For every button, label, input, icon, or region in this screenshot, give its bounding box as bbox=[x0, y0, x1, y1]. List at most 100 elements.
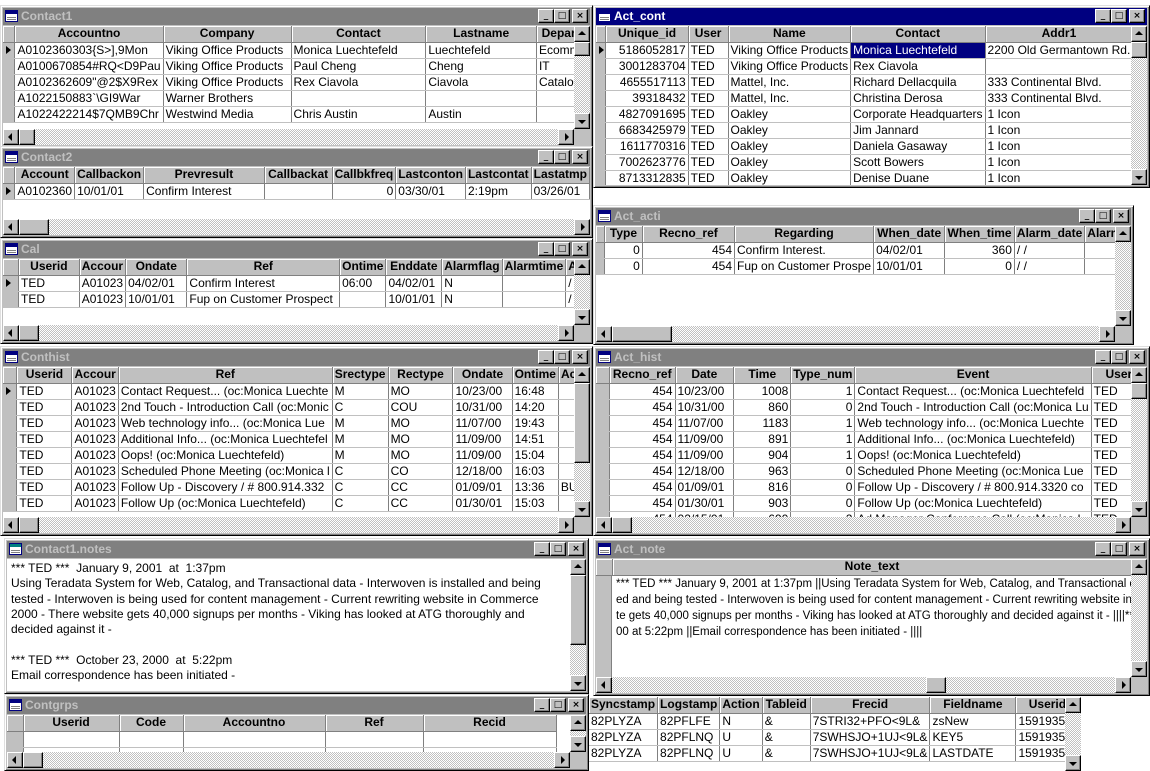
table-cell[interactable]: Mattel, Inc. bbox=[728, 90, 852, 107]
table-cell[interactable]: 11/09/00 bbox=[675, 431, 735, 448]
record-selector[interactable] bbox=[3, 463, 18, 480]
scroll-thumb[interactable] bbox=[19, 325, 39, 341]
vertical-scrollbar[interactable] bbox=[574, 26, 590, 129]
table-row[interactable]: 6683425979 TED Oakley Jim Jannard 1 Icon bbox=[596, 122, 1147, 139]
table-cell[interactable]: 333 Continental Blvd. bbox=[985, 90, 1134, 107]
minimize-button[interactable]: _ bbox=[538, 150, 554, 164]
table-cell[interactable]: 0 bbox=[790, 463, 856, 480]
table-cell[interactable]: A01023 bbox=[79, 291, 127, 308]
close-button[interactable]: × bbox=[568, 698, 584, 712]
table-row[interactable]: A0102360303{S>],9Mon Viking Office Produc… bbox=[3, 42, 590, 59]
column-header[interactable]: Recno_ref bbox=[642, 226, 736, 243]
table-cell[interactable]: 10/01/01 bbox=[125, 291, 188, 308]
table-cell[interactable]: 03/26/01 bbox=[531, 183, 590, 200]
table-cell[interactable]: 03/30/01 bbox=[395, 183, 466, 200]
table-row[interactable]: 82PLYZA 82PFLFE N & 7STRI32+PFO<9L& zsNew 1591… bbox=[589, 713, 1080, 730]
record-selector[interactable] bbox=[596, 138, 607, 155]
conthist-grid[interactable]: Userid Accour Ref Srectype Rectype Ondat… bbox=[3, 367, 590, 533]
close-button[interactable]: × bbox=[1129, 350, 1145, 364]
contact2-window[interactable]: Contact2 _ □ × Account Callbackon Prevresu… bbox=[0, 146, 593, 238]
table-cell[interactable]: Daniela Gasaway bbox=[850, 138, 986, 155]
conthist-titlebar[interactable]: Conthist _ □ × bbox=[3, 349, 590, 366]
column-header[interactable]: Ondate bbox=[452, 367, 513, 384]
scroll-right-button[interactable] bbox=[1099, 326, 1115, 342]
record-selector[interactable] bbox=[3, 90, 16, 107]
contact1-notes-titlebar[interactable]: Contact1.notes _ □ × bbox=[7, 541, 586, 558]
table-cell[interactable]: Cheng bbox=[425, 58, 537, 75]
horizontal-scrollbar[interactable] bbox=[596, 326, 1115, 342]
table-row[interactable]: TED A01023 Web technology info... (oc:Moni… bbox=[3, 415, 590, 432]
table-cell[interactable]: Confirm Interest bbox=[186, 275, 341, 292]
table-cell[interactable]: A01023 bbox=[71, 447, 119, 464]
table-cell[interactable]: M bbox=[332, 383, 389, 400]
table-cell[interactable]: TED bbox=[688, 138, 729, 155]
record-selector[interactable] bbox=[596, 415, 610, 432]
column-header[interactable]: User bbox=[688, 26, 729, 43]
table-cell[interactable]: Fup on Customer Prospe bbox=[734, 258, 875, 275]
column-header[interactable]: Accountno bbox=[14, 26, 164, 43]
table-cell[interactable]: 10/01/01 bbox=[873, 258, 946, 275]
table-cell[interactable]: 860 bbox=[733, 399, 792, 416]
column-header[interactable]: Prevresult bbox=[143, 167, 265, 184]
table-row[interactable]: 3001283704 TED Viking Office Products Rex C… bbox=[596, 58, 1147, 75]
table-row[interactable]: A0102360 10/01/01 Confirm Interest 0 03/30/0… bbox=[3, 183, 590, 200]
record-selector[interactable] bbox=[3, 495, 18, 512]
table-cell[interactable]: A0102360303{S>],9Mon bbox=[14, 42, 164, 59]
table-cell[interactable]: 1 bbox=[790, 447, 856, 464]
table-row[interactable]: TED A01023 Contact Request... (oc:Monica L… bbox=[3, 383, 590, 400]
table-row[interactable]: A0100670854#RQ<D9Pau Viking Office Produc… bbox=[3, 58, 590, 75]
table-row[interactable]: 454 01/30/01 903 0 Follow Up (oc:Monica Luec… bbox=[596, 495, 1147, 512]
scroll-up-button[interactable] bbox=[1065, 697, 1081, 713]
maximize-button[interactable]: □ bbox=[550, 542, 566, 556]
scroll-left-button[interactable] bbox=[596, 677, 612, 693]
table-cell[interactable]: Jim Jannard bbox=[850, 122, 986, 139]
column-header[interactable]: Ref bbox=[186, 259, 341, 276]
table-row[interactable]: 5186052817 TED Viking Office Products Monic… bbox=[596, 42, 1147, 59]
contgrps-grid[interactable]: Userid Code Accountno Ref Recid bbox=[7, 715, 586, 768]
record-selector[interactable] bbox=[596, 90, 607, 107]
table-cell[interactable]: 11/09/00 bbox=[452, 447, 513, 464]
table-cell[interactable]: 454 bbox=[609, 479, 676, 496]
column-header[interactable]: Ontime bbox=[339, 259, 387, 276]
table-cell[interactable]: 1 Icon bbox=[985, 138, 1134, 155]
column-header[interactable]: Callbackat bbox=[264, 167, 333, 184]
column-header[interactable]: Alarm_date bbox=[1014, 226, 1086, 243]
table-cell[interactable]: C bbox=[332, 479, 389, 496]
table-row[interactable]: 454 11/09/00 891 1 Additional Info... (oc:Mo… bbox=[596, 431, 1147, 448]
table-cell[interactable]: Richard Dellacquila bbox=[850, 74, 986, 91]
table-cell[interactable]: A01023 bbox=[71, 463, 119, 480]
table-cell[interactable]: 454 bbox=[642, 242, 736, 259]
table-cell[interactable]: 11/09/00 bbox=[452, 431, 513, 448]
column-header[interactable]: Syncstamp bbox=[589, 697, 659, 714]
table-cell[interactable]: A0102360 bbox=[14, 183, 76, 200]
table-cell[interactable]: TED bbox=[688, 122, 729, 139]
scroll-down-button[interactable] bbox=[574, 113, 590, 129]
record-selector[interactable] bbox=[3, 106, 16, 123]
column-header[interactable]: Srectype bbox=[332, 367, 389, 384]
table-cell[interactable] bbox=[264, 183, 333, 200]
scroll-right-button[interactable] bbox=[1115, 517, 1131, 533]
scroll-right-button[interactable] bbox=[574, 219, 590, 235]
table-cell[interactable] bbox=[502, 275, 567, 292]
table-cell[interactable]: Follow Up (oc:Monica Luechtefeld) bbox=[854, 495, 1092, 512]
table-cell[interactable]: 5186052817 bbox=[605, 42, 689, 59]
record-selector[interactable] bbox=[596, 399, 610, 416]
scroll-right-button[interactable] bbox=[1115, 677, 1131, 693]
record-selector[interactable] bbox=[596, 106, 607, 123]
act-cont-grid[interactable]: Unique_id User Name Contact Addr1 A 5186… bbox=[596, 26, 1147, 185]
table-cell[interactable]: Westwind Media bbox=[163, 106, 292, 123]
table-cell[interactable]: 10/01/01 bbox=[74, 183, 145, 200]
table-cell[interactable]: N bbox=[441, 291, 503, 308]
column-header[interactable]: Type bbox=[604, 226, 643, 243]
table-cell[interactable]: Oops! (oc:Monica Luechtefeld) bbox=[118, 447, 333, 464]
act-hist-titlebar[interactable]: Act_hist _ □ × bbox=[596, 349, 1147, 366]
horizontal-scrollbar[interactable] bbox=[596, 517, 1131, 533]
minimize-button[interactable]: _ bbox=[538, 242, 554, 256]
table-cell[interactable]: 01/30/01 bbox=[452, 495, 513, 512]
table-cell[interactable]: Austin bbox=[425, 106, 537, 123]
table-cell[interactable]: 14:51 bbox=[512, 431, 559, 448]
table-cell[interactable]: Monica Luechtefeld bbox=[850, 42, 986, 59]
column-header[interactable]: Code bbox=[119, 715, 184, 732]
column-header[interactable]: Accour bbox=[71, 367, 119, 384]
table-cell[interactable]: A01023 bbox=[71, 399, 119, 416]
